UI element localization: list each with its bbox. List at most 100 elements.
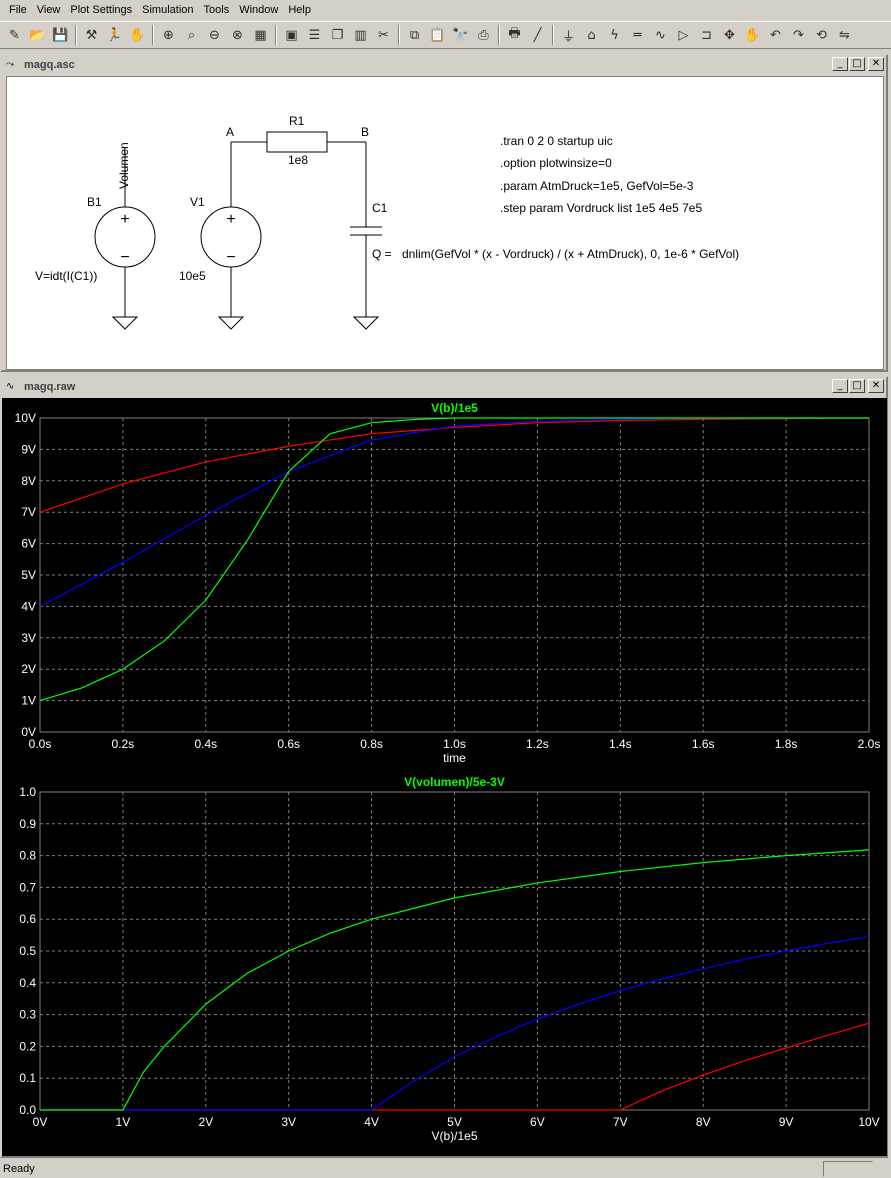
x-tick-label: 0.6s <box>277 737 300 751</box>
x-tick-label: 6V <box>530 1115 545 1129</box>
y-tick-label: 9V <box>21 442 36 456</box>
x-tick-label: 1.8s <box>775 737 798 751</box>
spice-directive[interactable]: .step param Vordruck list 1e5 4e5 7e5 <box>500 201 702 215</box>
x-tick-label: 2V <box>198 1115 213 1129</box>
ground-icon[interactable]: ⏚ <box>558 24 579 46</box>
save-icon[interactable]: 💾 <box>50 24 71 46</box>
x-tick-label: 5V <box>447 1115 462 1129</box>
x-tick-label: 1.0s <box>443 737 466 751</box>
r1-value: 1e8 <box>288 153 309 167</box>
x-tick-label: 4V <box>364 1115 379 1129</box>
c1-expression-lhs: Q = <box>372 247 392 261</box>
x-axis-label: V(b)/1e5 <box>431 1129 477 1143</box>
menu-view[interactable]: View <box>32 0 66 20</box>
toolbar-separator <box>275 25 277 45</box>
cascade-icon[interactable]: ❐ <box>327 24 348 46</box>
zoom-out-icon[interactable]: ⊖ <box>204 24 225 46</box>
c1-expression: dnlim(GefVol * (x - Vordruck) / (x + Atm… <box>402 247 740 261</box>
x-tick-label: 7V <box>613 1115 628 1129</box>
menu-tools[interactable]: Tools <box>199 0 235 20</box>
b1-minus-icon: − <box>120 249 129 266</box>
diode-icon[interactable]: ▷ <box>673 24 694 46</box>
copy-icon[interactable]: ⧉ <box>404 24 425 46</box>
menu-plot-settings[interactable]: Plot Settings <box>65 0 137 20</box>
run-icon[interactable]: 🏃 <box>104 24 125 46</box>
menu-simulation[interactable]: Simulation <box>137 0 198 20</box>
y-tick-label: 0.9 <box>19 817 36 831</box>
menu-file[interactable]: File <box>4 0 32 20</box>
v1-plus-icon: + <box>226 211 235 228</box>
close-button[interactable]: ✕ <box>868 57 884 71</box>
v1-ground-symbol <box>217 316 245 330</box>
status-bar: Ready <box>0 1160 891 1178</box>
y-tick-label: 0.4 <box>19 976 36 990</box>
inductor-icon[interactable]: ∿ <box>650 24 671 46</box>
waveform-window-icon: ∿ <box>6 381 15 392</box>
chart-title: V(volumen)/5e-3V <box>404 775 505 789</box>
capacitor-icon[interactable]: ═ <box>627 24 648 46</box>
print-setup-icon[interactable]: ⎙ <box>473 24 494 46</box>
tile-horizontal-icon[interactable]: ☰ <box>304 24 325 46</box>
x-tick-label: 0V <box>33 1115 48 1129</box>
x-tick-label: 10V <box>858 1115 879 1129</box>
b1-expression: V=idt(I(C1)) <box>35 269 98 283</box>
new-schematic-icon[interactable]: ✎ <box>4 24 25 46</box>
minimize-button[interactable]: _ <box>832 379 848 393</box>
undo-icon[interactable]: ↶ <box>765 24 786 46</box>
plot-titlebar[interactable]: ∿ magq.raw _ □ ✕ <box>2 378 886 396</box>
label-icon[interactable]: ⌂ <box>581 24 602 46</box>
paste-icon[interactable]: 📋 <box>427 24 448 46</box>
move-icon[interactable]: ✥ <box>719 24 740 46</box>
x-tick-label: 8V <box>696 1115 711 1129</box>
maximize-button[interactable]: □ <box>849 379 865 393</box>
wire-icon[interactable]: ╱ <box>527 24 548 46</box>
status-text: Ready <box>3 1163 35 1175</box>
toolbar-separator <box>75 25 77 45</box>
resistor-icon[interactable]: ϟ <box>604 24 625 46</box>
r1-symbol <box>266 131 328 153</box>
component-icon[interactable]: ⊐ <box>696 24 717 46</box>
schematic-titlebar[interactable]: ⤳ magq.asc _ □ ✕ <box>2 56 886 74</box>
open-icon[interactable]: 📂 <box>27 24 48 46</box>
minimize-button[interactable]: _ <box>832 57 848 71</box>
node-a-label: A <box>226 125 235 139</box>
autorange-icon[interactable]: ▦ <box>250 24 271 46</box>
hammer-icon[interactable]: ⚒ <box>81 24 102 46</box>
spice-directive[interactable]: .tran 0 2 0 startup uic <box>500 134 613 148</box>
tile-vertical-icon[interactable]: ▥ <box>350 24 371 46</box>
mark-icon[interactable]: ▣ <box>281 24 302 46</box>
chart-title: V(b)/1e5 <box>431 401 478 415</box>
y-tick-label: 7V <box>21 505 36 519</box>
drag-icon[interactable]: ✋ <box>742 24 763 46</box>
find-icon[interactable]: 🔭 <box>450 24 471 46</box>
v1-value: 10e5 <box>179 269 206 283</box>
schematic-canvas[interactable]: + − + − Volumen B1 V=idt(I(C1)) V1 10e5 … <box>6 76 884 370</box>
menu-window[interactable]: Window <box>234 0 283 20</box>
maximize-button[interactable]: □ <box>849 57 865 71</box>
y-tick-label: 0.3 <box>19 1008 36 1022</box>
y-tick-label: 0V <box>21 725 36 739</box>
waveform-plot-area[interactable]: 0.0s 0.2s 0.4s 0.6s 0.8s 1.0s 1.2s 1.4s 1.6s 1.8s… <box>2 398 887 1156</box>
zoom-pan-icon[interactable]: ⌕ <box>181 24 202 46</box>
mirror-icon[interactable]: ⇋ <box>834 24 855 46</box>
spice-directive[interactable]: .option plotwinsize=0 <box>500 156 612 170</box>
b1-net-label: Volumen <box>117 142 131 189</box>
zoom-cancel-icon[interactable]: ⊗ <box>227 24 248 46</box>
y-tick-label: 1.0 <box>19 785 36 799</box>
c1-ground-symbol <box>352 316 380 330</box>
y-tick-label: 0.0 <box>19 1103 36 1117</box>
y-tick-label: 6V <box>21 537 36 551</box>
zoom-in-icon[interactable]: ⊕ <box>158 24 179 46</box>
cut-icon[interactable]: ✂ <box>373 24 394 46</box>
redo-icon[interactable]: ↷ <box>788 24 809 46</box>
close-button[interactable]: ✕ <box>868 379 884 393</box>
b1-label: B1 <box>87 195 102 209</box>
rotate-icon[interactable]: ⟲ <box>811 24 832 46</box>
spice-directive[interactable]: .param AtmDruck=1e5, GefVol=5e-3 <box>500 179 693 193</box>
y-tick-label: 0.1 <box>19 1071 36 1085</box>
print-icon[interactable]: 🖶 <box>504 24 525 46</box>
x-tick-label: 0.2s <box>112 737 135 751</box>
node-b-label: B <box>361 125 370 139</box>
halt-icon[interactable]: ✋ <box>127 24 148 46</box>
menu-help[interactable]: Help <box>283 0 316 20</box>
